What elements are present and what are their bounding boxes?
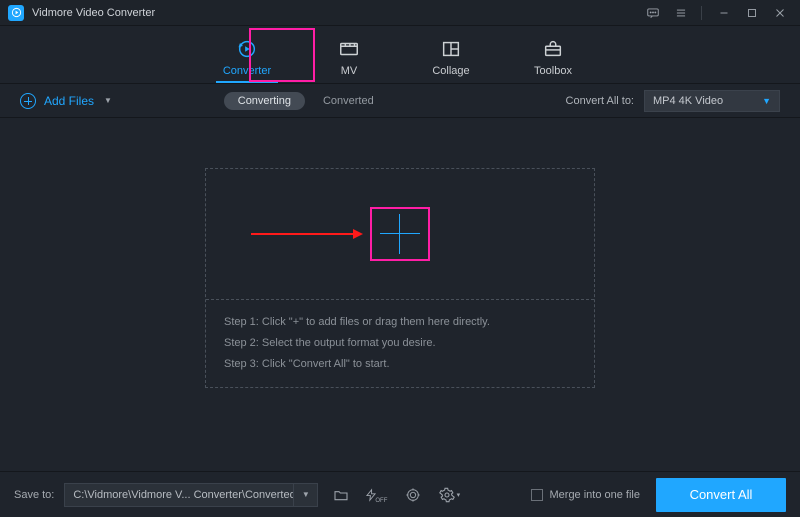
add-files-label: Add Files xyxy=(44,94,94,108)
converting-pill[interactable]: Converting xyxy=(224,92,305,110)
plus-circle-icon xyxy=(20,93,36,109)
tab-mv[interactable]: MV xyxy=(318,38,380,83)
instruction-steps: Step 1: Click "+" to add files or drag t… xyxy=(206,300,594,387)
tab-converter[interactable]: Converter xyxy=(216,38,278,83)
converted-tab[interactable]: Converted xyxy=(323,95,374,107)
chevron-down-icon: ▼ xyxy=(104,96,112,105)
save-path-dropdown[interactable]: C:\Vidmore\Vidmore V... Converter\Conver… xyxy=(64,483,318,507)
tab-collage[interactable]: Collage xyxy=(420,38,482,83)
feedback-icon[interactable] xyxy=(641,1,665,25)
annotation-arrow xyxy=(251,233,361,235)
step-3: Step 3: Click "Convert All" to start. xyxy=(224,354,576,375)
chevron-down-icon[interactable]: ▼ xyxy=(294,483,318,507)
close-button[interactable] xyxy=(768,1,792,25)
conversion-status-segment: Converting Converted xyxy=(224,92,374,110)
add-files-button[interactable]: Add Files ▼ xyxy=(20,93,112,109)
format-value: MP4 4K Video xyxy=(653,95,723,107)
collage-icon xyxy=(440,38,462,60)
minimize-button[interactable] xyxy=(712,1,736,25)
step-1: Step 1: Click "+" to add files or drag t… xyxy=(224,312,576,333)
tab-label: MV xyxy=(341,65,358,77)
main-tabs: Converter MV Collage Toolbox xyxy=(0,26,800,84)
step-2: Step 2: Select the output format you des… xyxy=(224,333,576,354)
settings-button[interactable]: ▾ xyxy=(436,483,462,507)
menu-icon[interactable] xyxy=(669,1,693,25)
open-folder-button[interactable] xyxy=(328,483,354,507)
save-path-value: C:\Vidmore\Vidmore V... Converter\Conver… xyxy=(64,483,294,507)
toolbar: Add Files ▼ Converting Converted Convert… xyxy=(0,84,800,118)
workspace: Step 1: Click "+" to add files or drag t… xyxy=(0,118,800,438)
tab-label: Converter xyxy=(223,65,271,77)
app-logo-icon xyxy=(8,5,24,21)
converter-icon xyxy=(236,38,258,60)
checkbox-icon xyxy=(531,489,543,501)
app-title: Vidmore Video Converter xyxy=(32,7,155,19)
merge-checkbox[interactable]: Merge into one file xyxy=(531,489,641,501)
drop-zone-upper xyxy=(206,169,594,300)
mv-icon xyxy=(338,38,360,60)
tab-label: Collage xyxy=(432,65,469,77)
toolbox-icon xyxy=(542,38,564,60)
convert-all-label: Convert All xyxy=(690,487,753,502)
tab-label: Toolbox xyxy=(534,65,572,77)
dropdown-caret-icon: ▼ xyxy=(762,96,771,106)
maximize-button[interactable] xyxy=(740,1,764,25)
tab-toolbox[interactable]: Toolbox xyxy=(522,38,584,83)
footer: Save to: C:\Vidmore\Vidmore V... Convert… xyxy=(0,471,800,517)
hardware-accel-button[interactable]: OFF xyxy=(364,483,390,507)
plus-icon xyxy=(380,214,420,254)
save-to-label: Save to: xyxy=(14,489,54,501)
merge-label: Merge into one file xyxy=(550,489,641,501)
convert-all-to-label: Convert All to: xyxy=(566,95,634,107)
convert-all-button[interactable]: Convert All xyxy=(656,478,786,512)
title-bar: Vidmore Video Converter xyxy=(0,0,800,26)
drop-zone[interactable]: Step 1: Click "+" to add files or drag t… xyxy=(205,168,595,388)
add-files-plus-button[interactable] xyxy=(370,207,430,261)
high-speed-button[interactable] xyxy=(400,483,426,507)
output-format-dropdown[interactable]: MP4 4K Video ▼ xyxy=(644,90,780,112)
